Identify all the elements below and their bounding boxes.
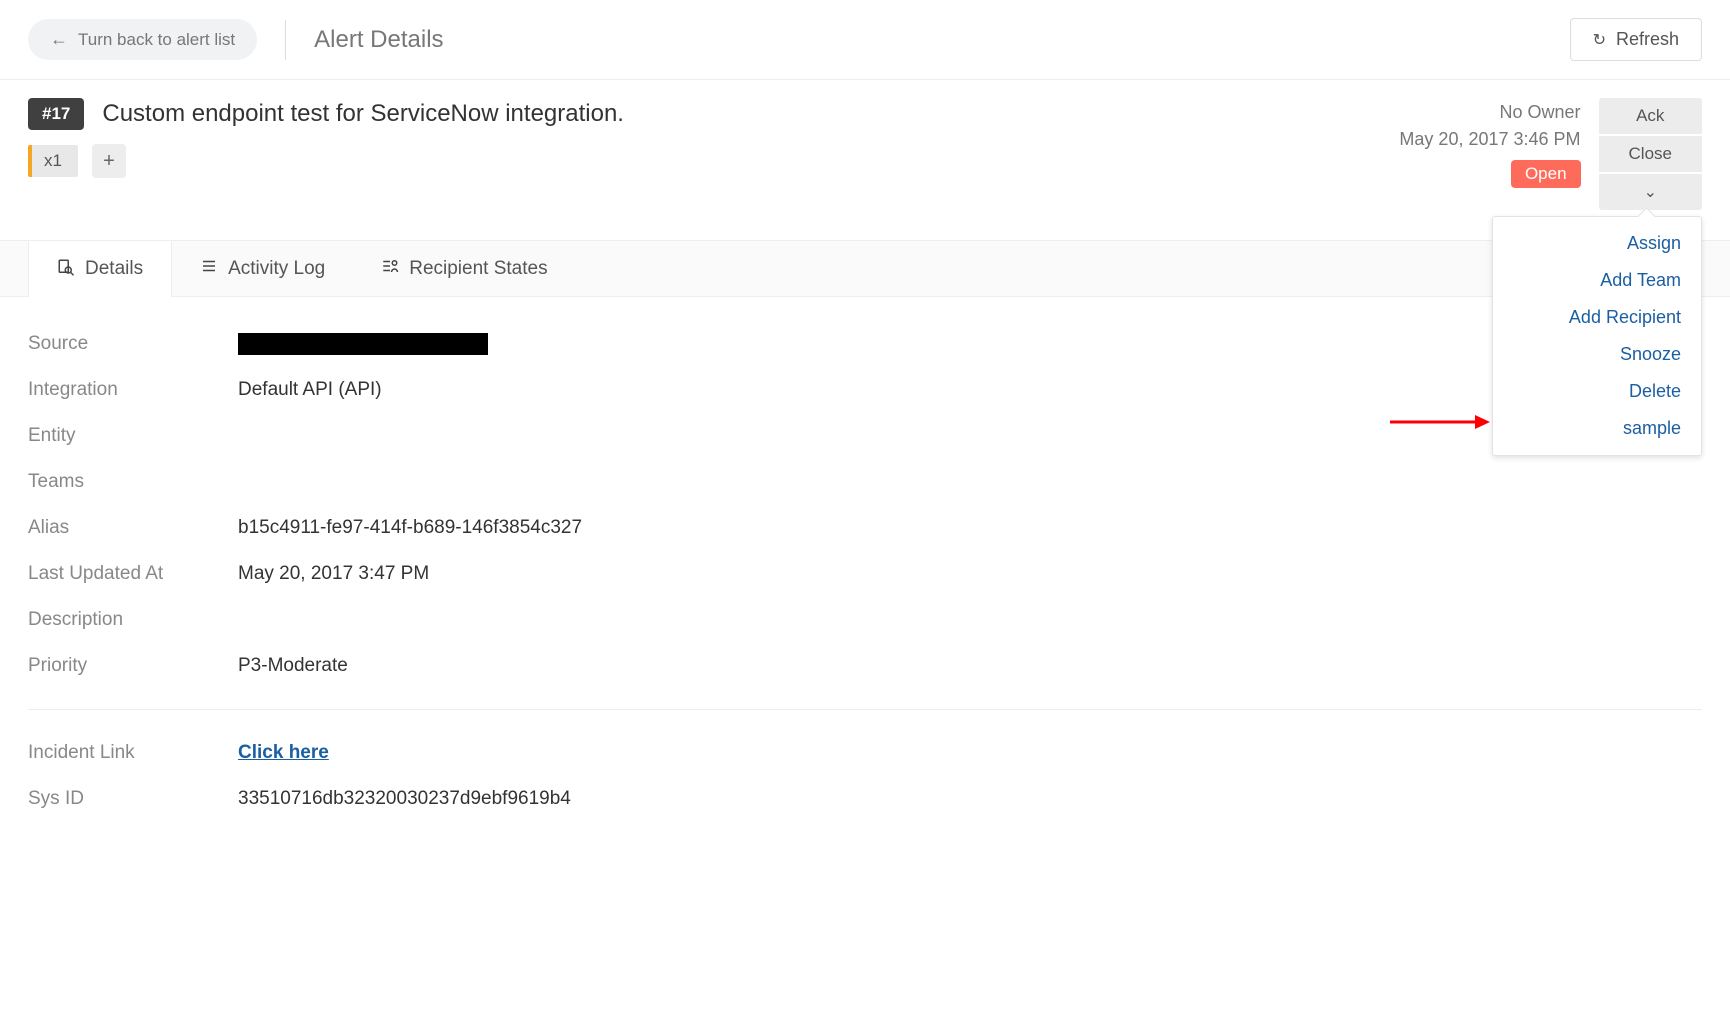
value-priority: P3-Moderate <box>238 655 348 677</box>
refresh-label: Refresh <box>1616 29 1679 50</box>
search-doc-icon <box>57 258 75 281</box>
page-title: Alert Details <box>314 26 443 54</box>
title-row: #17 Custom endpoint test for ServiceNow … <box>28 98 1399 130</box>
label-source: Source <box>28 333 238 355</box>
dropdown-add-team[interactable]: Add Team <box>1493 262 1701 299</box>
row-sys-id: Sys ID 33510716db32320030237d9ebf9619b4 <box>28 776 1702 822</box>
row-priority: Priority P3-Moderate <box>28 643 1702 689</box>
label-integration: Integration <box>28 379 238 401</box>
row-description: Description <box>28 597 1702 643</box>
dropdown-add-recipient[interactable]: Add Recipient <box>1493 299 1701 336</box>
alert-header-right: No Owner May 20, 2017 3:46 PM Open <box>1399 98 1580 188</box>
refresh-button[interactable]: ↻ Refresh <box>1570 18 1702 61</box>
alert-header: #17 Custom endpoint test for ServiceNow … <box>0 80 1730 210</box>
arrow-left-icon: ← <box>50 29 68 50</box>
refresh-icon: ↻ <box>1593 30 1606 50</box>
actions-dropdown: Assign Add Team Add Recipient Snooze Del… <box>1492 216 1702 456</box>
incident-link[interactable]: Click here <box>238 742 329 763</box>
row-source: Source <box>28 321 1702 367</box>
alert-id-badge: #17 <box>28 98 84 130</box>
recipient-icon <box>381 257 399 280</box>
dropdown-delete[interactable]: Delete <box>1493 373 1701 410</box>
ack-button[interactable]: Ack <box>1599 98 1702 134</box>
value-alias: b15c4911-fe97-414f-b689-146f3854c327 <box>238 517 582 539</box>
details-panel: Source Integration Default API (API) Ent… <box>0 297 1730 846</box>
chevron-down-icon: ⌄ <box>1644 184 1657 201</box>
label-sys-id: Sys ID <box>28 788 238 810</box>
row-incident-link: Incident Link Click here <box>28 730 1702 776</box>
tab-activity-label: Activity Log <box>228 258 325 280</box>
created-date: May 20, 2017 3:46 PM <box>1399 129 1580 150</box>
row-alias: Alias b15c4911-fe97-414f-b689-146f3854c3… <box>28 505 1702 551</box>
label-entity: Entity <box>28 425 238 447</box>
tabs: Details Activity Log Recipient States <box>0 240 1730 297</box>
tab-details-label: Details <box>85 258 143 280</box>
section-divider <box>28 709 1702 710</box>
value-last-updated: May 20, 2017 3:47 PM <box>238 563 429 585</box>
action-column: Ack Close ⌄ <box>1599 98 1702 210</box>
label-description: Description <box>28 609 238 631</box>
value-integration: Default API (API) <box>238 379 382 401</box>
plus-icon: + <box>103 150 115 173</box>
tag-row: x1 + <box>28 144 1399 178</box>
count-tag: x1 <box>28 145 78 177</box>
label-alias: Alias <box>28 517 238 539</box>
dropdown-sample[interactable]: sample <box>1493 410 1701 447</box>
label-last-updated: Last Updated At <box>28 563 238 585</box>
alert-header-left: #17 Custom endpoint test for ServiceNow … <box>28 98 1399 178</box>
status-badge: Open <box>1511 160 1581 188</box>
row-teams: Teams <box>28 459 1702 505</box>
tab-activity-log[interactable]: Activity Log <box>172 241 353 296</box>
divider <box>285 20 286 60</box>
more-actions-button[interactable]: ⌄ <box>1599 174 1702 210</box>
back-label: Turn back to alert list <box>78 30 235 50</box>
dropdown-assign[interactable]: Assign <box>1493 225 1701 262</box>
row-entity: Entity <box>28 413 1702 459</box>
owner-text: No Owner <box>1399 102 1580 123</box>
label-priority: Priority <box>28 655 238 677</box>
alert-title: Custom endpoint test for ServiceNow inte… <box>102 100 624 128</box>
row-integration: Integration Default API (API) <box>28 367 1702 413</box>
back-button[interactable]: ← Turn back to alert list <box>28 19 257 60</box>
top-bar: ← Turn back to alert list Alert Details … <box>0 0 1730 80</box>
list-icon <box>200 257 218 280</box>
dropdown-snooze[interactable]: Snooze <box>1493 336 1701 373</box>
tab-recipient-states[interactable]: Recipient States <box>353 241 575 296</box>
close-button[interactable]: Close <box>1599 136 1702 172</box>
add-tag-button[interactable]: + <box>92 144 126 178</box>
label-teams: Teams <box>28 471 238 493</box>
label-incident-link: Incident Link <box>28 742 238 764</box>
row-last-updated: Last Updated At May 20, 2017 3:47 PM <box>28 551 1702 597</box>
value-sys-id: 33510716db32320030237d9ebf9619b4 <box>238 788 571 810</box>
value-source-redacted <box>238 333 488 355</box>
tab-recipient-label: Recipient States <box>409 258 547 280</box>
tab-details[interactable]: Details <box>28 241 172 297</box>
